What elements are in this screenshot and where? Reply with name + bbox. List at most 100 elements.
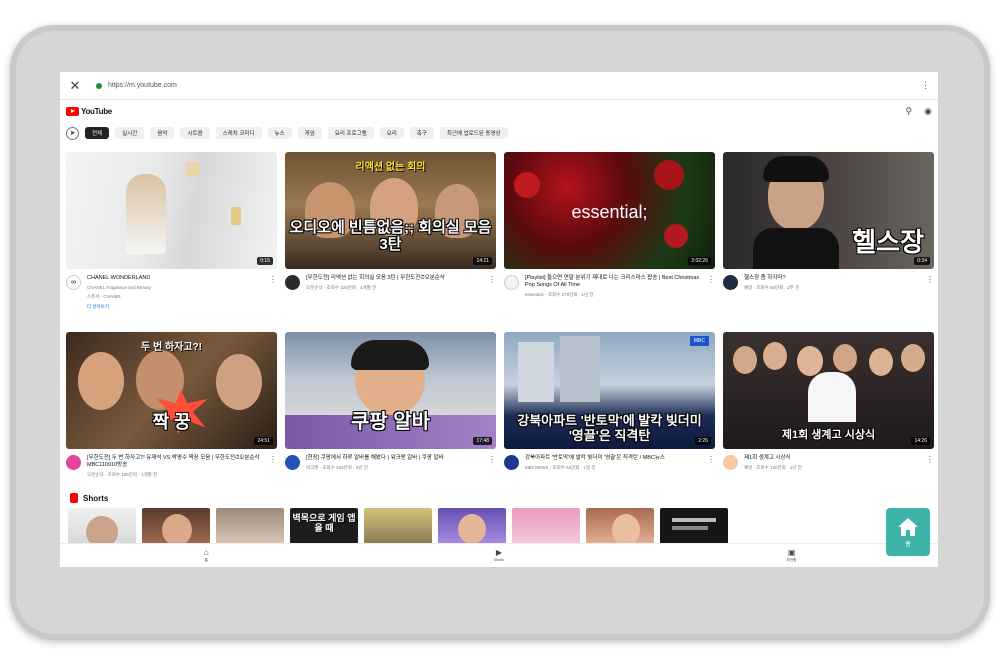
short-item[interactable]: 벽목으로 게임 앱을 때 — [290, 508, 358, 544]
channel-avatar[interactable] — [504, 275, 519, 290]
short-item[interactable] — [216, 508, 284, 544]
thumbnail-text: 강북아파트 '반토막'에 발칵 빚더미 '영끌'은 직격탄 — [517, 413, 702, 443]
shorts-icon — [70, 493, 78, 503]
shorts-label: Shorts — [83, 493, 109, 503]
thumbnail-text: 오디오에 빈틈없음;; 회의실 모음 3탄 — [289, 219, 492, 253]
channel-avatar[interactable] — [285, 275, 300, 290]
video-title[interactable]: [무한도전] 두 번 하자고?! 유재석 VS 박명수 짝꿍 모음 | 무한도전… — [87, 455, 269, 469]
thumbnail-caption: 두 번 하자고?! — [141, 342, 202, 353]
chip-games[interactable]: 게임 — [297, 127, 322, 139]
chip-news[interactable]: 뉴스 — [267, 127, 292, 139]
youtube-header: YouTube ⚲ ◉ — [60, 100, 938, 122]
video-thumbnail[interactable]: 0:15 — [66, 152, 277, 269]
video-menu-icon[interactable]: ⋮ — [488, 275, 496, 291]
chip-live[interactable]: 실시간 — [115, 127, 145, 139]
video-duration: 2:02:26 — [688, 257, 711, 265]
video-duration: 0:34 — [914, 257, 930, 265]
video-title[interactable]: 제1회 생계고 시상식 — [744, 455, 926, 462]
video-thumbnail[interactable]: 두 번 하자고?! 짝 꿍 24:51 — [66, 332, 277, 449]
shorts-nav-icon: ▶ — [495, 548, 503, 557]
video-title[interactable]: [현장] 쿠팡에서 하루 알바를 해봤다 | 워크맨 알바 | 쿠팡 알바 — [306, 455, 488, 462]
video-menu-icon[interactable]: ⋮ — [926, 455, 934, 471]
video-card[interactable]: essential; 2:02:26 [Playlist] 들으면 연말 분위기… — [504, 152, 715, 326]
channel-avatar[interactable] — [504, 455, 519, 470]
account-icon[interactable]: ◉ — [924, 106, 932, 117]
channel-avatar[interactable] — [285, 455, 300, 470]
chip-soccer[interactable]: 축구 — [409, 127, 434, 139]
video-menu-icon[interactable]: ⋮ — [707, 455, 715, 471]
browser-menu-icon[interactable]: ⋮ — [921, 80, 930, 91]
video-menu-icon[interactable]: ⋮ — [269, 275, 277, 310]
thumbnail-caption: 리액션 없는 회의 — [355, 162, 426, 173]
chip-cooking-show[interactable]: 요리 프로그램 — [327, 127, 374, 139]
bottom-nav: ⌂ 홈 ▶ Shorts ▣ 보관함 — [60, 543, 938, 567]
shorts-shelf: 벽목으로 게임 앱을 때 — [68, 508, 728, 544]
chip-sketch-comedy[interactable]: 스케치 코미디 — [215, 127, 262, 139]
channel-avatar[interactable] — [66, 455, 81, 470]
video-menu-icon[interactable]: ⋮ — [269, 455, 277, 478]
video-thumbnail[interactable]: 리액션 없는 회의 오디오에 빈틈없음;; 회의실 모음 3탄 14:21 — [285, 152, 496, 269]
home-fab-button[interactable]: 홈 — [886, 508, 930, 556]
short-item[interactable] — [586, 508, 654, 544]
video-thumbnail[interactable]: essential; 2:02:26 — [504, 152, 715, 269]
search-icon[interactable]: ⚲ — [906, 106, 913, 117]
youtube-brand: YouTube — [81, 106, 112, 116]
chip-recent[interactable]: 최근에 업로드된 동영상 — [439, 127, 508, 139]
library-icon: ▣ — [787, 547, 796, 557]
chip-sitcom[interactable]: 시트콤 — [180, 127, 210, 139]
video-card[interactable]: 쿠팡 알바 17:48 [현장] 쿠팡에서 하루 알바를 해봤다 | 워크맨 알… — [285, 332, 496, 506]
nav-shorts-label: Shorts — [493, 558, 505, 562]
video-channel: 채널 · 조회수 56만회 · 2주 전 — [744, 285, 800, 291]
nav-library[interactable]: ▣ 보관함 — [762, 547, 822, 563]
video-title[interactable]: 강북아파트 '반토막'에 발칵 빚더미 '영끌'은 직격탄 / MBC뉴스 — [525, 455, 707, 462]
thumbnail-text: 짝 꿍 — [152, 412, 191, 433]
video-duration: 17:48 — [473, 437, 492, 445]
short-item[interactable] — [142, 508, 210, 544]
video-card[interactable]: 두 번 하자고?! 짝 꿍 24:51 [무한도전] 두 번 하자고?! 유재석… — [66, 332, 277, 506]
video-title[interactable]: [무한도전] 리액션 없는 회의실 모음 3탄 | 무한도전⏱오분순삭 — [306, 275, 488, 282]
chip-all[interactable]: 전체 — [85, 127, 110, 139]
short-item[interactable] — [512, 508, 580, 544]
video-title[interactable]: [Playlist] 들으면 연말 분위기 제대로 나는 크리스마스 팝송 | … — [525, 275, 707, 289]
close-icon[interactable]: ✕ — [68, 78, 82, 94]
video-menu-icon[interactable]: ⋮ — [926, 275, 934, 291]
chip-music[interactable]: 음악 — [150, 127, 175, 139]
video-channel: 오분순삭 · 조회수 165만회 · 1개월 전 — [87, 472, 158, 478]
home-icon — [898, 517, 918, 536]
sponsor-label: 스폰서 · CHANEL — [87, 293, 122, 299]
video-card[interactable]: 제1회 생계고 시상식 14:26 제1회 생계고 시상식 채널 · 조회수 1… — [723, 332, 934, 506]
short-item[interactable] — [438, 508, 506, 544]
video-thumbnail[interactable]: 제1회 생계고 시상식 14:26 — [723, 332, 934, 449]
video-card[interactable]: 0:15 ∞ CHANEL WONDERLAND CHANEL Fragranc… — [66, 152, 277, 326]
channel-avatar[interactable]: ∞ — [66, 275, 81, 290]
home-fab-label: 홈 — [905, 541, 911, 548]
channel-avatar[interactable] — [723, 455, 738, 470]
video-channel: 워크맨 · 조회수 425만회 · 3년 전 — [306, 465, 368, 471]
short-item[interactable] — [364, 508, 432, 544]
video-duration: 14:26 — [911, 437, 930, 445]
video-menu-icon[interactable]: ⋮ — [488, 455, 496, 471]
video-thumbnail[interactable]: 쿠팡 알바 17:48 — [285, 332, 496, 449]
video-title[interactable]: CHANEL WONDERLAND — [87, 275, 269, 282]
nav-home[interactable]: ⌂ 홈 — [176, 548, 236, 563]
youtube-logo[interactable]: YouTube — [66, 106, 112, 116]
short-item[interactable] — [660, 508, 728, 544]
channel-avatar[interactable] — [723, 275, 738, 290]
nav-home-label: 홈 — [204, 557, 208, 562]
video-menu-icon[interactable]: ⋮ — [707, 275, 715, 298]
short-item[interactable] — [68, 508, 136, 544]
video-title[interactable]: 헬스장 좀 하지마? — [744, 275, 926, 282]
thumbnail-text: essential; — [571, 202, 648, 223]
video-thumbnail[interactable]: MBC 강북아파트 '반토막'에 발칵 빚더미 '영끌'은 직격탄 2:26 — [504, 332, 715, 449]
nav-shorts[interactable]: ▶ Shorts — [469, 548, 529, 563]
video-card[interactable]: 리액션 없는 회의 오디오에 빈틈없음;; 회의실 모음 3탄 14:21 [무… — [285, 152, 496, 326]
video-duration: 0:15 — [257, 257, 273, 265]
url-bar[interactable]: https://m.youtube.com — [108, 82, 177, 89]
chip-cooking[interactable]: 요리 — [379, 127, 404, 139]
video-card[interactable]: 헬스장 0:34 헬스장 좀 하지마? 채널 · 조회수 56만회 · 2주 전… — [723, 152, 934, 326]
secure-icon — [96, 82, 102, 89]
video-card[interactable]: MBC 강북아파트 '반토막'에 발칵 빚더미 '영끌'은 직격탄 2:26 강… — [504, 332, 715, 506]
explore-icon[interactable]: ➤ — [66, 126, 79, 140]
video-thumbnail[interactable]: 헬스장 0:34 — [723, 152, 934, 269]
learn-more-link[interactable]: 더 알아보기 — [87, 304, 269, 310]
